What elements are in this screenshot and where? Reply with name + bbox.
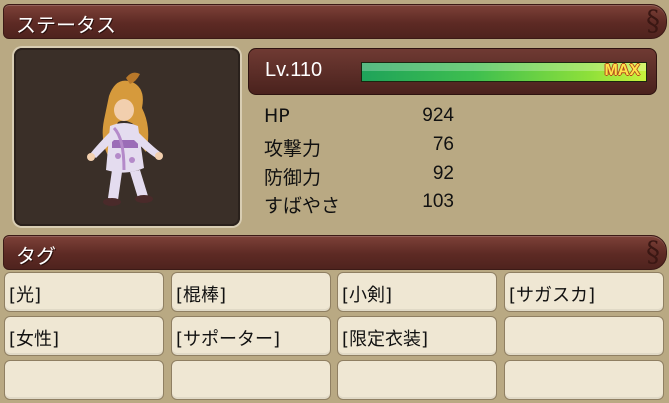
swirl-icon: §	[646, 4, 660, 37]
stat-row-attack: 攻撃力 76	[264, 134, 454, 160]
stat-name: 防御力	[264, 167, 322, 189]
tag-cell	[504, 360, 664, 400]
stat-name: すばやさ	[264, 195, 341, 217]
tag-cell	[171, 360, 331, 400]
level-panel: Lv.110 MAX	[248, 48, 657, 95]
status-header: ステータス §	[3, 4, 667, 39]
character-portrait	[14, 48, 240, 226]
tags-header: タグ §	[3, 235, 667, 270]
tag-label: [女性]	[9, 329, 60, 350]
tag-cell: [小剣]	[337, 272, 497, 312]
stat-name: HP	[264, 105, 290, 127]
tag-cell	[4, 360, 164, 400]
tag-label: [小剣]	[342, 285, 393, 306]
status-title: ステータス	[16, 13, 116, 37]
tag-label: [限定衣装]	[342, 329, 429, 350]
stat-row-defense: 防御力 92	[264, 163, 454, 189]
stat-row-hp: HP 924	[264, 105, 454, 129]
tag-cell	[337, 360, 497, 400]
tag-label: [サガスカ]	[509, 285, 596, 306]
tag-cell: [限定衣装]	[337, 316, 497, 356]
level-label: Lv.110	[265, 59, 323, 81]
tag-cell: [サポーター]	[171, 316, 331, 356]
tag-cell	[504, 316, 664, 356]
tag-cell: [光]	[4, 272, 164, 312]
stat-row-speed: すばやさ 103	[264, 191, 454, 217]
tag-cell: [サガスカ]	[504, 272, 664, 312]
tag-label: [棍棒]	[176, 285, 227, 306]
tags-title: タグ	[16, 244, 56, 268]
swirl-icon: §	[646, 235, 660, 268]
tag-cell: [棍棒]	[171, 272, 331, 312]
tag-label: [光]	[9, 285, 42, 306]
tag-cell: [女性]	[4, 316, 164, 356]
stat-value: 924	[422, 105, 454, 126]
xp-bar-fill	[362, 63, 646, 81]
stat-value: 76	[432, 134, 454, 155]
tag-label: [サポーター]	[176, 329, 281, 350]
stat-value: 92	[432, 163, 454, 184]
max-badge: MAX	[604, 62, 640, 79]
status-screen: ステータス § Lv.110 MAX HP 924 攻撃力 76 防御力 92 …	[0, 0, 669, 403]
stat-name: 攻撃力	[264, 138, 322, 160]
xp-bar: MAX	[361, 62, 647, 82]
stat-value: 103	[422, 191, 454, 212]
character-sprite	[87, 72, 163, 206]
